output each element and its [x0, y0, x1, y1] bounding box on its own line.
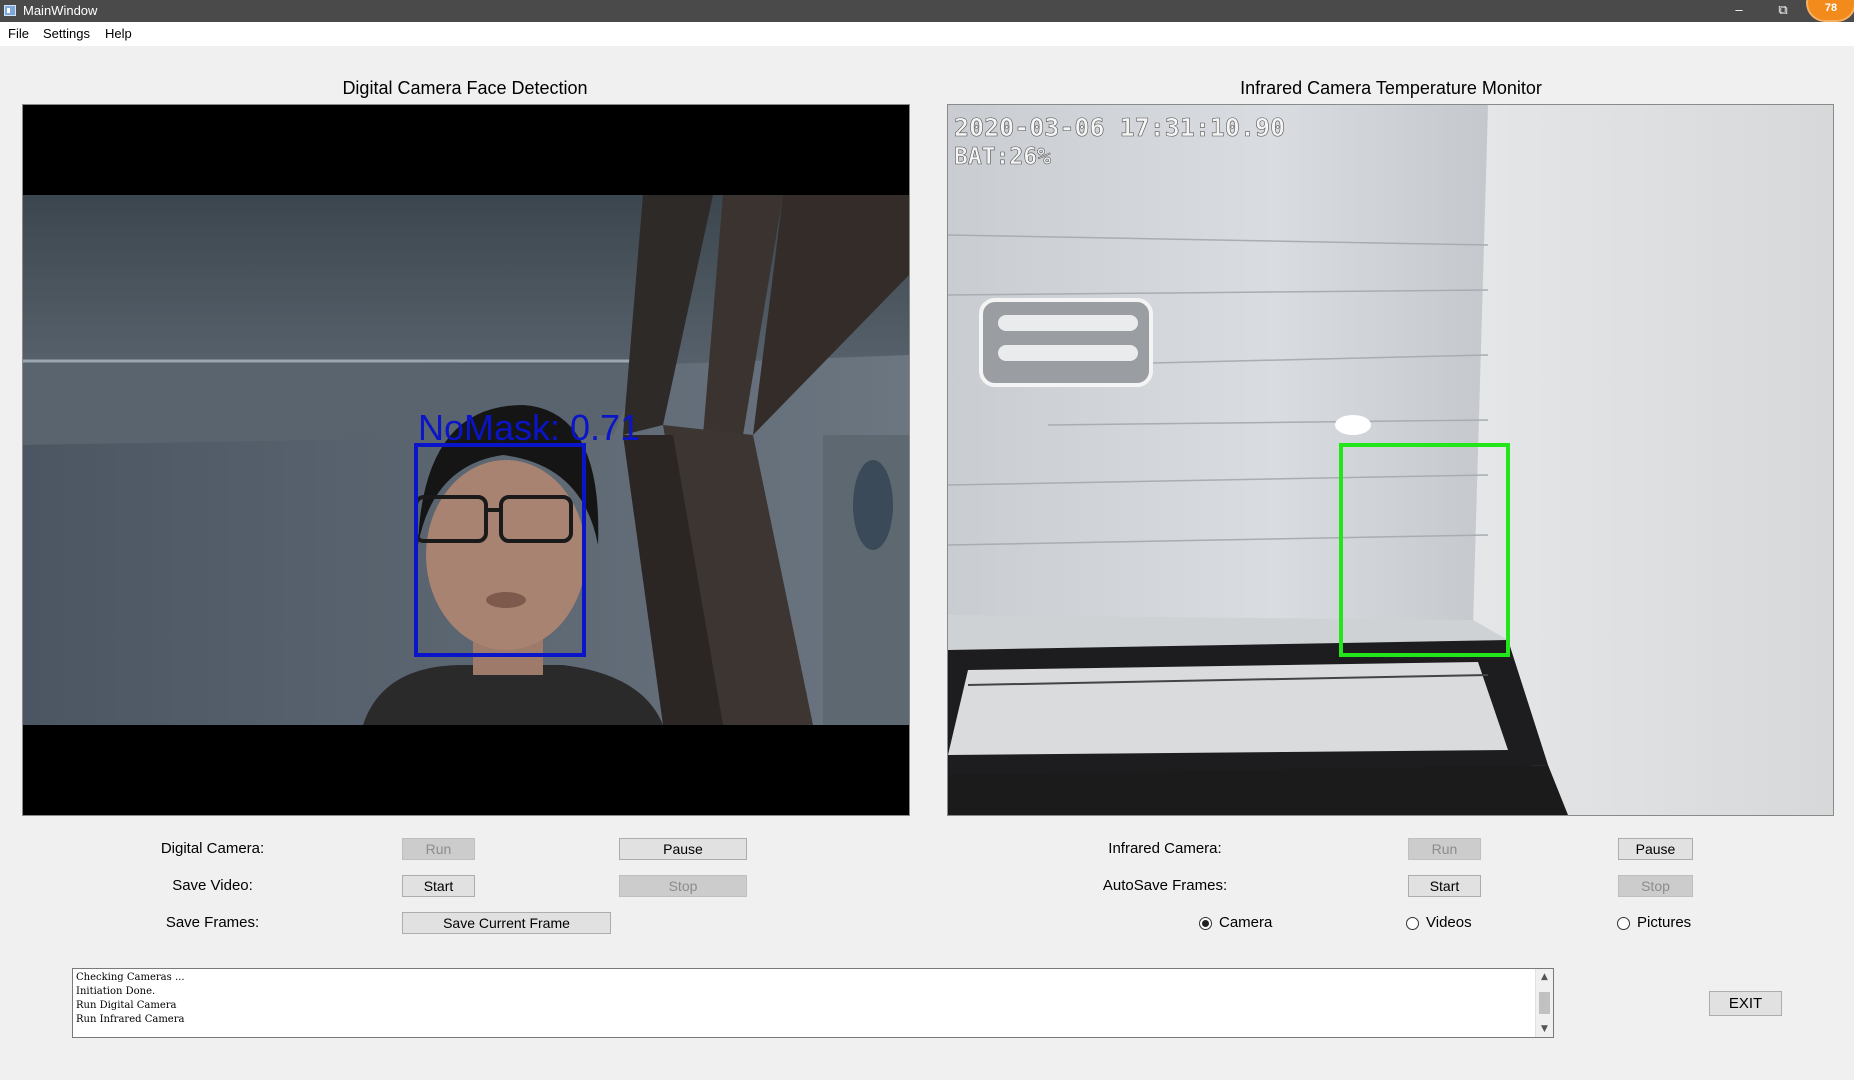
menu-bar: File Settings Help: [0, 22, 1854, 46]
scroll-down-icon[interactable]: ▼: [1536, 1021, 1553, 1037]
osd-battery: BAT:26%: [954, 144, 1051, 170]
face-detection-label: NoMask: 0.71: [418, 407, 640, 448]
log-line: Checking Cameras ...: [76, 972, 185, 983]
osd-timestamp: 2020-03-06 17:31:10.90: [954, 113, 1285, 142]
log-line: Initiation Done.: [76, 986, 156, 997]
radio-videos-label: Videos: [1426, 914, 1472, 931]
radio-pictures-indicator[interactable]: [1617, 917, 1630, 930]
radio-camera-indicator[interactable]: [1199, 917, 1212, 930]
log-line: Run Infrared Camera: [76, 1014, 185, 1025]
title-bar: MainWindow – ⧉ 78: [0, 0, 1854, 22]
infrared-camera-label: Infrared Camera:: [1108, 840, 1222, 857]
menu-file[interactable]: File: [8, 26, 29, 41]
radio-camera[interactable]: Camera: [1199, 914, 1289, 934]
log-scrollbar[interactable]: ▲ ▼: [1535, 969, 1553, 1037]
log-output[interactable]: Checking Cameras ... Initiation Done. Ru…: [72, 968, 1554, 1038]
digital-camera-view: NoMask: 0.71: [22, 104, 910, 816]
digital-panel-title: Digital Camera Face Detection: [342, 78, 588, 98]
scroll-thumb[interactable]: [1539, 992, 1550, 1014]
infrared-pause-button[interactable]: Pause: [1618, 838, 1693, 860]
save-video-label: Save Video:: [172, 877, 253, 894]
radio-videos-indicator[interactable]: [1406, 917, 1419, 930]
digital-camera-label: Digital Camera:: [160, 840, 265, 857]
log-line: Run Digital Camera: [76, 1000, 177, 1011]
minimize-icon[interactable]: –: [1718, 0, 1760, 22]
save-video-start-button[interactable]: Start: [402, 875, 475, 897]
restore-icon[interactable]: ⧉: [1762, 0, 1804, 22]
infrared-run-button[interactable]: Run: [1408, 838, 1481, 860]
scroll-up-icon[interactable]: ▲: [1536, 969, 1553, 985]
infrared-camera-view: 2020-03-06 17:31:10.90 BAT:26%: [947, 104, 1834, 816]
save-frames-label: Save Frames:: [165, 914, 260, 931]
autosave-stop-button[interactable]: Stop: [1618, 875, 1693, 897]
infrared-panel-title: Infrared Camera Temperature Monitor: [1240, 78, 1542, 98]
notification-badge[interactable]: 78: [1808, 0, 1854, 20]
autosave-frames-label: AutoSave Frames:: [1102, 877, 1228, 894]
radio-camera-label: Camera: [1219, 914, 1273, 931]
menu-help[interactable]: Help: [105, 26, 132, 41]
radio-pictures[interactable]: Pictures: [1617, 914, 1707, 934]
radio-videos[interactable]: Videos: [1406, 914, 1496, 934]
radio-pictures-label: Pictures: [1637, 914, 1692, 931]
digital-pause-button[interactable]: Pause: [619, 838, 747, 860]
save-video-stop-button[interactable]: Stop: [619, 875, 747, 897]
menu-settings[interactable]: Settings: [43, 26, 90, 41]
exit-button[interactable]: EXIT: [1709, 991, 1782, 1016]
save-current-frame-button[interactable]: Save Current Frame: [402, 912, 611, 934]
app-window-icon: [4, 5, 16, 16]
autosave-start-button[interactable]: Start: [1408, 875, 1481, 897]
infrared-camera-image: 2020-03-06 17:31:10.90 BAT:26%: [948, 105, 1833, 815]
window-title: MainWindow: [23, 3, 98, 18]
digital-camera-image: NoMask: 0.71: [23, 105, 909, 815]
digital-run-button[interactable]: Run: [402, 838, 475, 860]
